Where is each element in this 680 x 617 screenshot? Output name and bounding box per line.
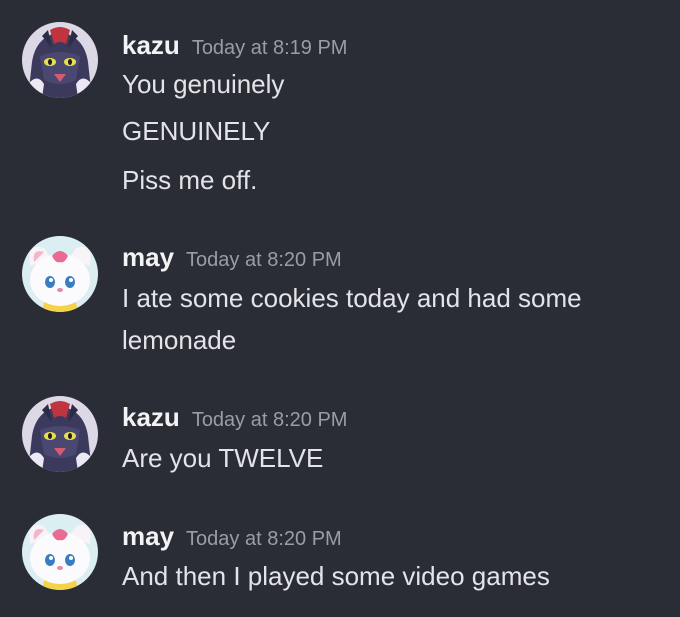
- kazu-avatar-icon[interactable]: [22, 396, 98, 472]
- message-header: kazu Today at 8:19 PM: [122, 30, 347, 61]
- message-text: Piss me off.: [122, 165, 258, 195]
- username[interactable]: may: [122, 242, 174, 272]
- timestamp: Today at 8:20 PM: [191, 409, 348, 431]
- message-text: Are you TWELVE: [122, 443, 324, 473]
- timestamp: Today at 8:19 PM: [191, 37, 348, 59]
- username[interactable]: kazu: [122, 402, 180, 432]
- username[interactable]: kazu: [122, 30, 180, 60]
- timestamp: Today at 8:20 PM: [186, 528, 342, 550]
- message-header: may Today at 8:20 PM: [122, 521, 342, 552]
- timestamp: Today at 8:20 PM: [186, 249, 342, 271]
- chat-message-list: kazu Today at 8:19 PM You genuinely GENUI…: [0, 0, 680, 617]
- kazu-avatar-icon[interactable]: [22, 22, 98, 98]
- message-header: may Today at 8:20 PM: [122, 242, 342, 273]
- may-avatar-icon[interactable]: [22, 236, 98, 312]
- message-text: And then I played some video games: [122, 561, 550, 591]
- username[interactable]: may: [122, 521, 174, 551]
- may-avatar-icon[interactable]: [22, 514, 98, 590]
- message-text: You genuinely: [122, 69, 285, 99]
- message-text: GENUINELY: [122, 116, 271, 146]
- message-text: I ate some cookies today and had some: [122, 283, 582, 313]
- message-header: kazu Today at 8:20 PM: [122, 402, 347, 433]
- message-text: lemonade: [122, 325, 237, 355]
